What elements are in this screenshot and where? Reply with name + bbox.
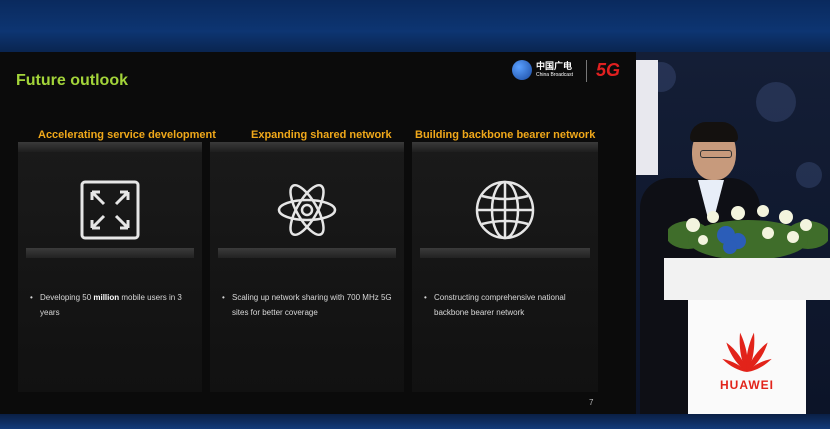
column-panel-shared: • Scaling up network sharing with 700 MH… [210,142,404,392]
column-panel-service: • Developing 50 million mobile users in … [18,142,202,392]
logo-divider [586,60,587,82]
partner-name-cn: 中国广电 [536,61,573,71]
globe-icon [475,180,535,240]
column-panel-backbone: • Constructing comprehensive national ba… [412,142,598,392]
partner-name-en: China Broadcast [536,72,573,78]
slide-page-number: 7 [589,398,594,407]
column-bullet-backbone: • Constructing comprehensive national ba… [424,293,566,317]
expand-arrows-icon [80,180,140,240]
column-bullet-service: • Developing 50 million mobile users in … [30,293,182,317]
speaker-hair [690,122,738,142]
5g-logo: 5G [596,60,621,80]
speaker-glasses [700,150,732,158]
podium-brand-text: HUAWEI [720,378,774,392]
china-broadcast-mark-icon [512,60,532,80]
slide-title: Future outlook [16,72,128,89]
china-broadcast-logo: 中国广电 China Broadcast [512,60,573,80]
venue-top-band [0,0,830,52]
flower-arrangement [668,205,828,260]
column-title-service: Accelerating service development [38,129,216,141]
atom-network-icon [277,183,337,237]
stage-banner [636,60,658,175]
presentation-slide: Future outlook 中国广电 China Broadcast 5G A… [0,52,636,414]
podium-top [664,258,830,300]
column-title-backbone: Building backbone bearer network [415,129,596,141]
column-bullet-shared: • Scaling up network sharing with 700 MH… [222,293,392,317]
column-title-shared: Expanding shared network [251,129,392,141]
venue-bottom-band [0,414,830,429]
huawei-logo-icon [722,332,772,372]
